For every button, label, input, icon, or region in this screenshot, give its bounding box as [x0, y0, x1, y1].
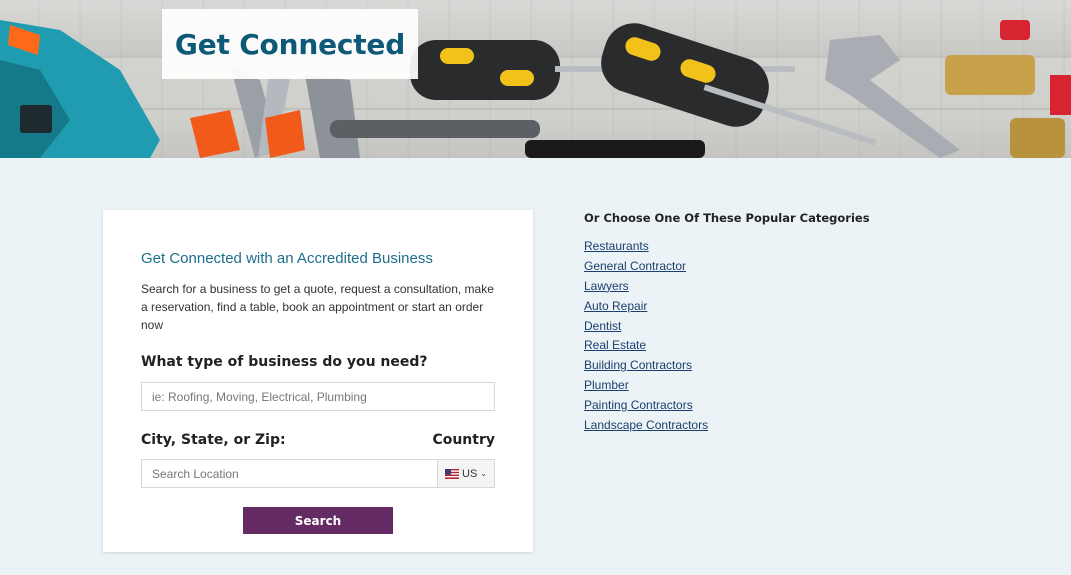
business-type-input[interactable] — [141, 382, 495, 411]
chevron-down-icon: ⌄ — [480, 469, 487, 478]
category-link-auto-repair[interactable]: Auto Repair — [584, 299, 647, 313]
list-item: Dentist — [584, 318, 708, 338]
category-link-building-contractors[interactable]: Building Contractors — [584, 358, 692, 372]
list-item: Restaurants — [584, 238, 708, 258]
category-link-restaurants[interactable]: Restaurants — [584, 239, 649, 253]
location-label: City, State, or Zip: — [141, 432, 286, 448]
category-link-landscape-contractors[interactable]: Landscape Contractors — [584, 418, 708, 432]
list-item: Building Contractors — [584, 357, 708, 377]
card-description: Search for a business to get a quote, re… — [141, 282, 494, 332]
card-heading: Get Connected with an Accredited Busines… — [141, 250, 433, 267]
search-card: Get Connected with an Accredited Busines… — [103, 210, 533, 552]
list-item: Real Estate — [584, 337, 708, 357]
category-link-painting-contractors[interactable]: Painting Contractors — [584, 398, 693, 412]
us-flag-icon — [445, 468, 459, 479]
list-item: General Contractor — [584, 258, 708, 278]
categories-heading: Or Choose One Of These Popular Categorie… — [584, 211, 870, 225]
list-item: Painting Contractors — [584, 397, 708, 417]
page-title: Get Connected — [174, 27, 406, 61]
category-link-lawyers[interactable]: Lawyers — [584, 279, 629, 293]
list-item: Landscape Contractors — [584, 417, 708, 437]
category-link-dentist[interactable]: Dentist — [584, 319, 621, 333]
categories-list: Restaurants General Contractor Lawyers A… — [584, 238, 708, 437]
category-link-general-contractor[interactable]: General Contractor — [584, 259, 686, 273]
list-item: Plumber — [584, 377, 708, 397]
business-type-label: What type of business do you need? — [141, 354, 428, 370]
country-value: US — [462, 467, 478, 480]
list-item: Lawyers — [584, 278, 708, 298]
country-select[interactable]: US ⌄ — [437, 459, 495, 488]
search-button[interactable]: Search — [243, 507, 393, 534]
list-item: Auto Repair — [584, 298, 708, 318]
category-link-plumber[interactable]: Plumber — [584, 378, 629, 392]
hero-banner: Get Connected — [0, 0, 1071, 158]
hero-title-box: Get Connected — [162, 9, 418, 79]
category-link-real-estate[interactable]: Real Estate — [584, 338, 646, 352]
country-label: Country — [432, 432, 495, 448]
tools-image — [0, 20, 1071, 158]
location-input[interactable] — [141, 459, 438, 488]
